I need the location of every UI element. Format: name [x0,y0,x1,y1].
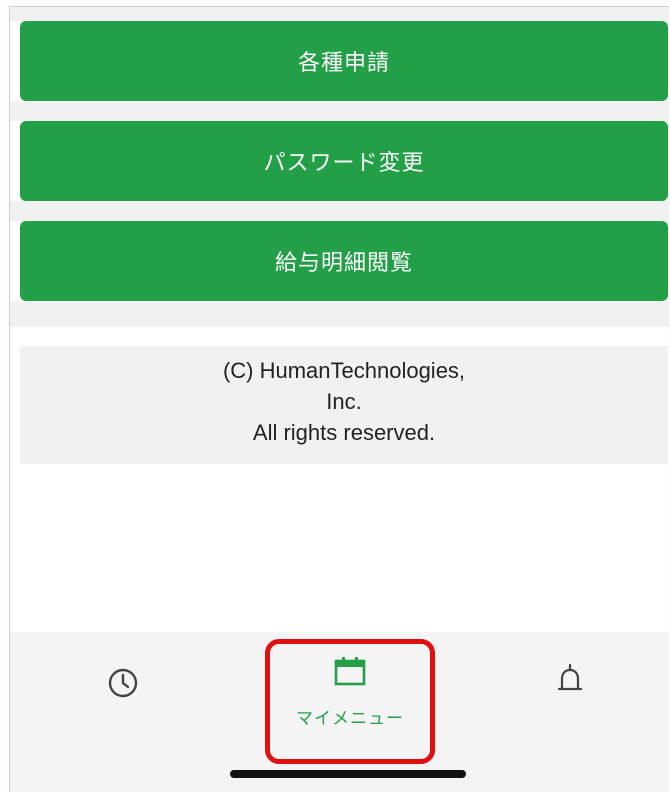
tab-my-menu[interactable]: マイメニュー [265,639,435,764]
calendar-icon [334,656,366,686]
tab-my-menu-label: マイメニュー [296,709,404,729]
bell-icon[interactable] [555,662,585,700]
password-change-button[interactable]: パスワード変更 [20,121,668,201]
divider [10,301,669,327]
copyright-line: All rights reserved. [252,420,436,445]
copyright-footer: (C) HumanTechnologies, Inc. All rights r… [20,346,668,464]
top-strip [10,7,669,21]
payslip-view-button[interactable]: 給与明細閲覧 [20,221,668,301]
bottom-tab-bar: マイメニュー [10,632,669,792]
application-request-button[interactable]: 各種申請 [20,21,668,101]
app-screen: 各種申請 パスワード変更 給与明細閲覧 (C) HumanTechnologie… [9,6,669,792]
divider [10,201,669,221]
divider [10,101,669,121]
copyright-line: (C) HumanTechnologies, [222,358,466,383]
home-indicator [230,770,466,778]
clock-icon[interactable] [106,666,140,700]
copyright-line: Inc. [326,389,362,414]
